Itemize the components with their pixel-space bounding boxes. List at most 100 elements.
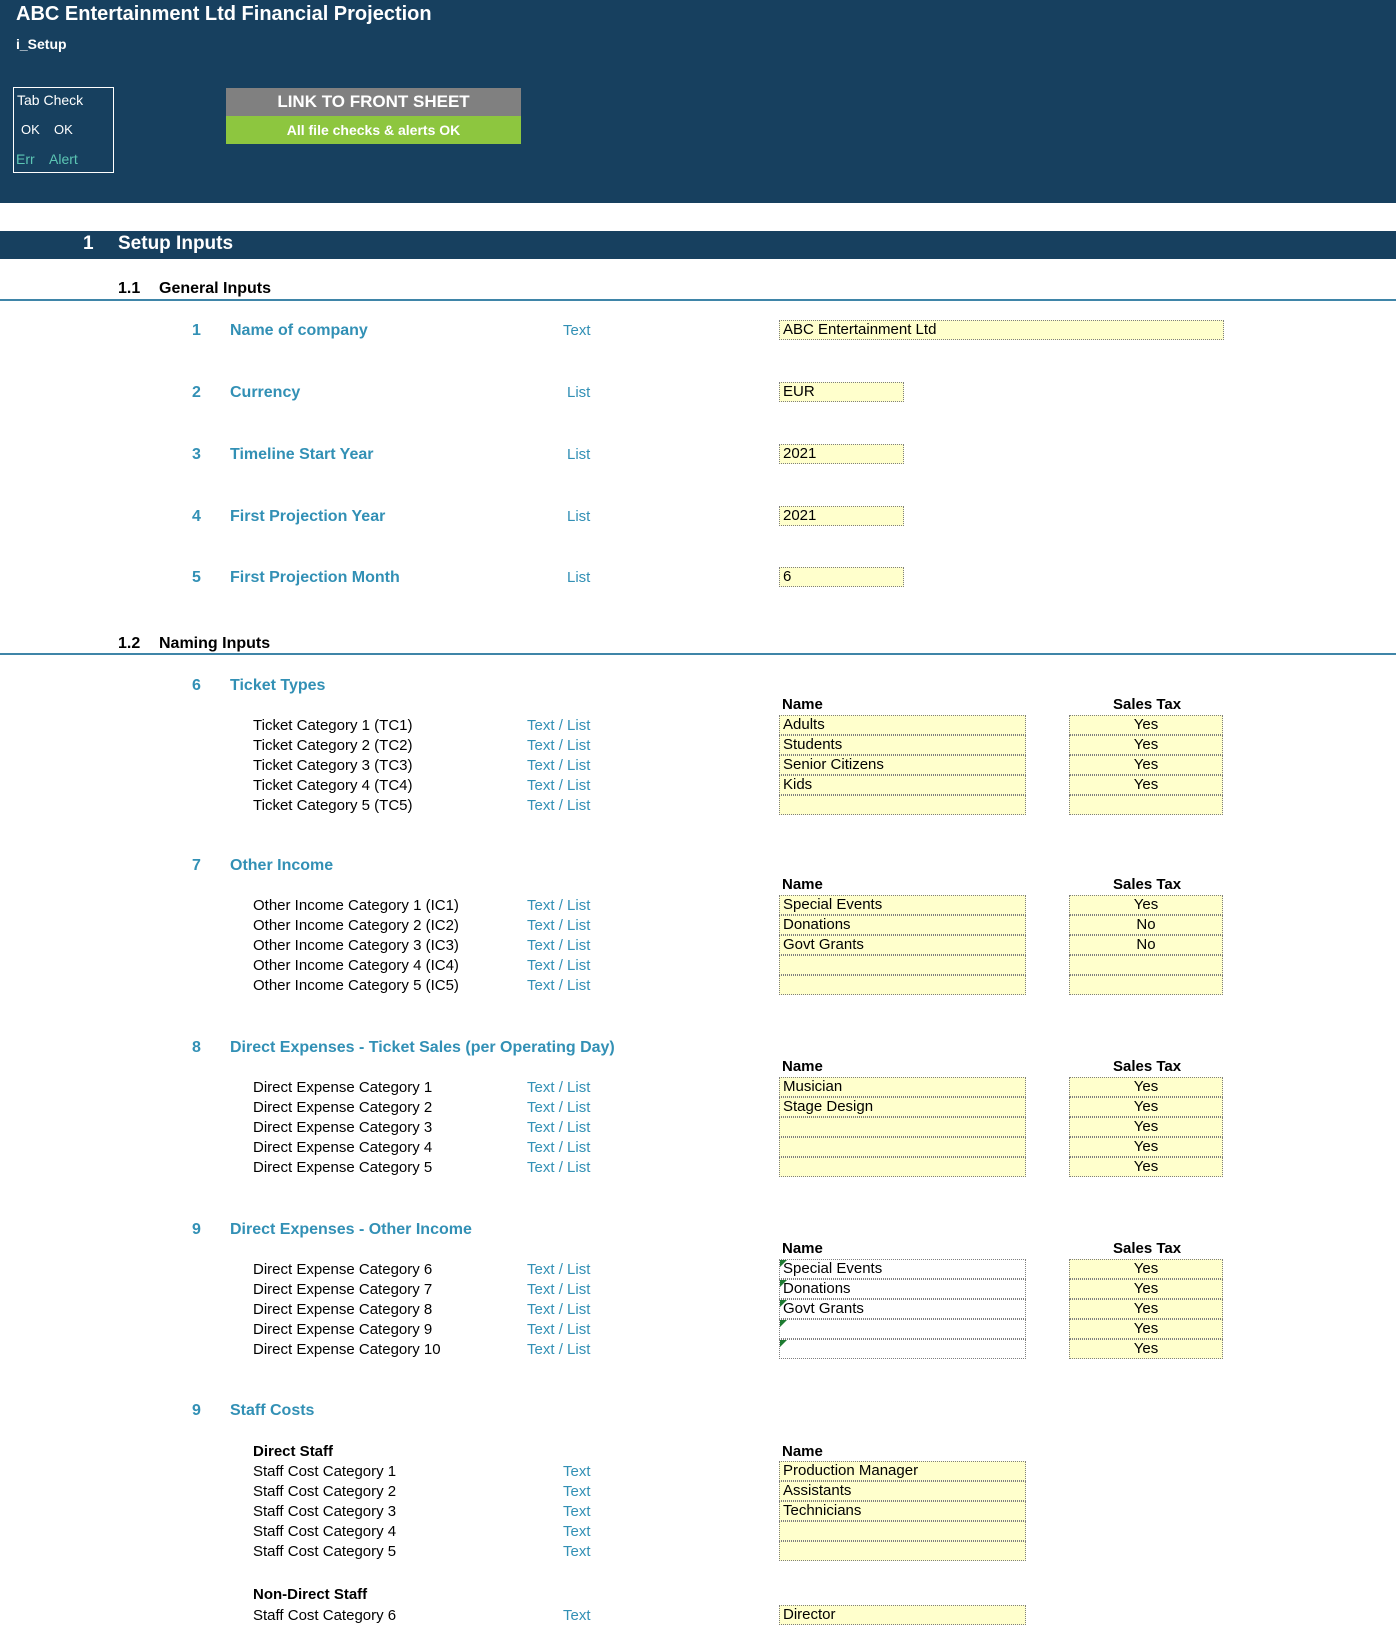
sales-tax-select[interactable]: Yes [1069,735,1223,755]
type-separator: / [558,1301,563,1318]
sheet-name: i_Setup [16,36,67,52]
type-separator: / [558,1159,563,1176]
sales-tax-select[interactable]: Yes [1069,1259,1223,1279]
row-input-type: Text / List [527,897,590,914]
timeline-start-year-select[interactable]: 2021 [779,444,904,464]
subsection-number: 1.2 [118,635,141,652]
name-input[interactable] [779,1157,1026,1177]
column-header-sales-tax: Sales Tax [1113,1058,1182,1075]
row-label: Direct Expense Category 9 [253,1321,433,1338]
name-input[interactable] [779,1339,1026,1359]
non-direct-staff-heading: Non-Direct Staff [253,1586,368,1603]
row-input-type: Text / List [527,1261,590,1278]
row-label: Other Income Category 4 (IC4) [253,957,459,974]
item-number: 2 [192,384,201,401]
name-input[interactable] [779,1117,1026,1137]
type-separator: / [558,717,563,734]
sales-tax-select[interactable]: Yes [1069,1117,1223,1137]
row-input-type: Text / List [527,1321,590,1338]
name-input[interactable] [779,1319,1026,1339]
staff-name-input[interactable] [779,1541,1026,1561]
section-title: Setup Inputs [118,233,234,254]
subsection-number: 1.1 [118,280,141,297]
type-separator: / [558,1321,563,1338]
name-input[interactable] [779,975,1026,995]
name-input[interactable]: Donations [779,915,1026,935]
type-list: List [567,897,591,914]
row-label: Direct Expense Category 1 [253,1079,433,1096]
item-number: 8 [192,1039,201,1056]
name-input[interactable]: Special Events [779,895,1026,915]
name-input[interactable]: Govt Grants [779,1299,1026,1319]
sales-tax-select[interactable]: Yes [1069,1137,1223,1157]
name-input[interactable]: Kids [779,775,1026,795]
type-text: Text [527,1321,555,1338]
link-to-front-sheet-button[interactable]: LINK TO FRONT SHEET [226,88,521,116]
name-input[interactable]: Students [779,735,1026,755]
sales-tax-select[interactable]: Yes [1069,1279,1223,1299]
currency-select[interactable]: EUR [779,382,904,402]
name-input[interactable]: Special Events [779,1259,1026,1279]
sales-tax-select[interactable]: Yes [1069,1319,1223,1339]
name-value: Stage Design [783,1098,874,1115]
name-value: Kids [783,776,813,793]
item-input-type: Text [563,322,591,339]
name-input[interactable]: Senior Citizens [779,755,1026,775]
formula-indicator-icon [780,1260,787,1267]
company-name-input[interactable]: ABC Entertainment Ltd [779,320,1224,340]
sales-tax-select[interactable] [1069,955,1223,975]
name-input[interactable]: Donations [779,1279,1026,1299]
row-label: Staff Cost Category 4 [253,1523,397,1540]
name-input[interactable] [779,1137,1026,1157]
type-separator: / [558,977,563,994]
type-separator: / [558,957,563,974]
sales-tax-select[interactable]: Yes [1069,1339,1223,1359]
row-label: Direct Expense Category 10 [253,1341,441,1358]
row-input-type: Text / List [527,1119,590,1136]
direct-staff-heading: Direct Staff [253,1443,334,1460]
divider [0,299,1396,301]
name-input[interactable]: Adults [779,715,1026,735]
row-label: Ticket Category 1 (TC1) [253,717,413,734]
sales-tax-select[interactable]: Yes [1069,775,1223,795]
item-number: 4 [192,508,201,525]
sales-tax-select[interactable]: No [1069,935,1223,955]
staff-name-input[interactable]: Production Manager [779,1461,1026,1481]
sales-tax-select[interactable]: Yes [1069,755,1223,775]
sales-tax-select[interactable] [1069,975,1223,995]
sales-tax-select[interactable]: Yes [1069,1157,1223,1177]
type-list: List [567,917,591,934]
type-text: Text [527,977,555,994]
type-separator: / [558,757,563,774]
name-input[interactable]: Govt Grants [779,935,1026,955]
name-input[interactable]: Musician [779,1077,1026,1097]
sales-tax-select[interactable] [1069,795,1223,815]
staff-name-input[interactable]: Director [779,1605,1026,1625]
sales-tax-select[interactable]: Yes [1069,895,1223,915]
type-separator: / [558,1341,563,1358]
row-label: Direct Expense Category 3 [253,1119,433,1136]
type-text: Text [527,957,555,974]
row-label: Other Income Category 3 (IC3) [253,937,459,954]
staff-name-input[interactable]: Technicians [779,1501,1026,1521]
type-text: Text [527,737,555,754]
first-projection-year-select[interactable]: 2021 [779,506,904,526]
first-projection-month-select[interactable]: 6 [779,567,904,587]
name-input[interactable]: Stage Design [779,1097,1026,1117]
name-input[interactable] [779,795,1026,815]
item-label-timeline-start-year: Timeline Start Year [230,446,374,463]
sales-tax-select[interactable]: Yes [1069,1077,1223,1097]
name-value: Donations [783,1280,851,1297]
staff-name-input[interactable]: Assistants [779,1481,1026,1501]
row-input-type: Text / List [527,1301,590,1318]
row-input-type: Text / List [527,1139,590,1156]
formula-indicator-icon [780,1340,787,1347]
subsection-title: Naming Inputs [159,635,271,652]
name-input[interactable] [779,955,1026,975]
sales-tax-select[interactable]: No [1069,915,1223,935]
staff-name-input[interactable] [779,1521,1026,1541]
sales-tax-select[interactable]: Yes [1069,1299,1223,1319]
sales-tax-select[interactable]: Yes [1069,715,1223,735]
sales-tax-select[interactable]: Yes [1069,1097,1223,1117]
formula-indicator-icon [780,1320,787,1327]
